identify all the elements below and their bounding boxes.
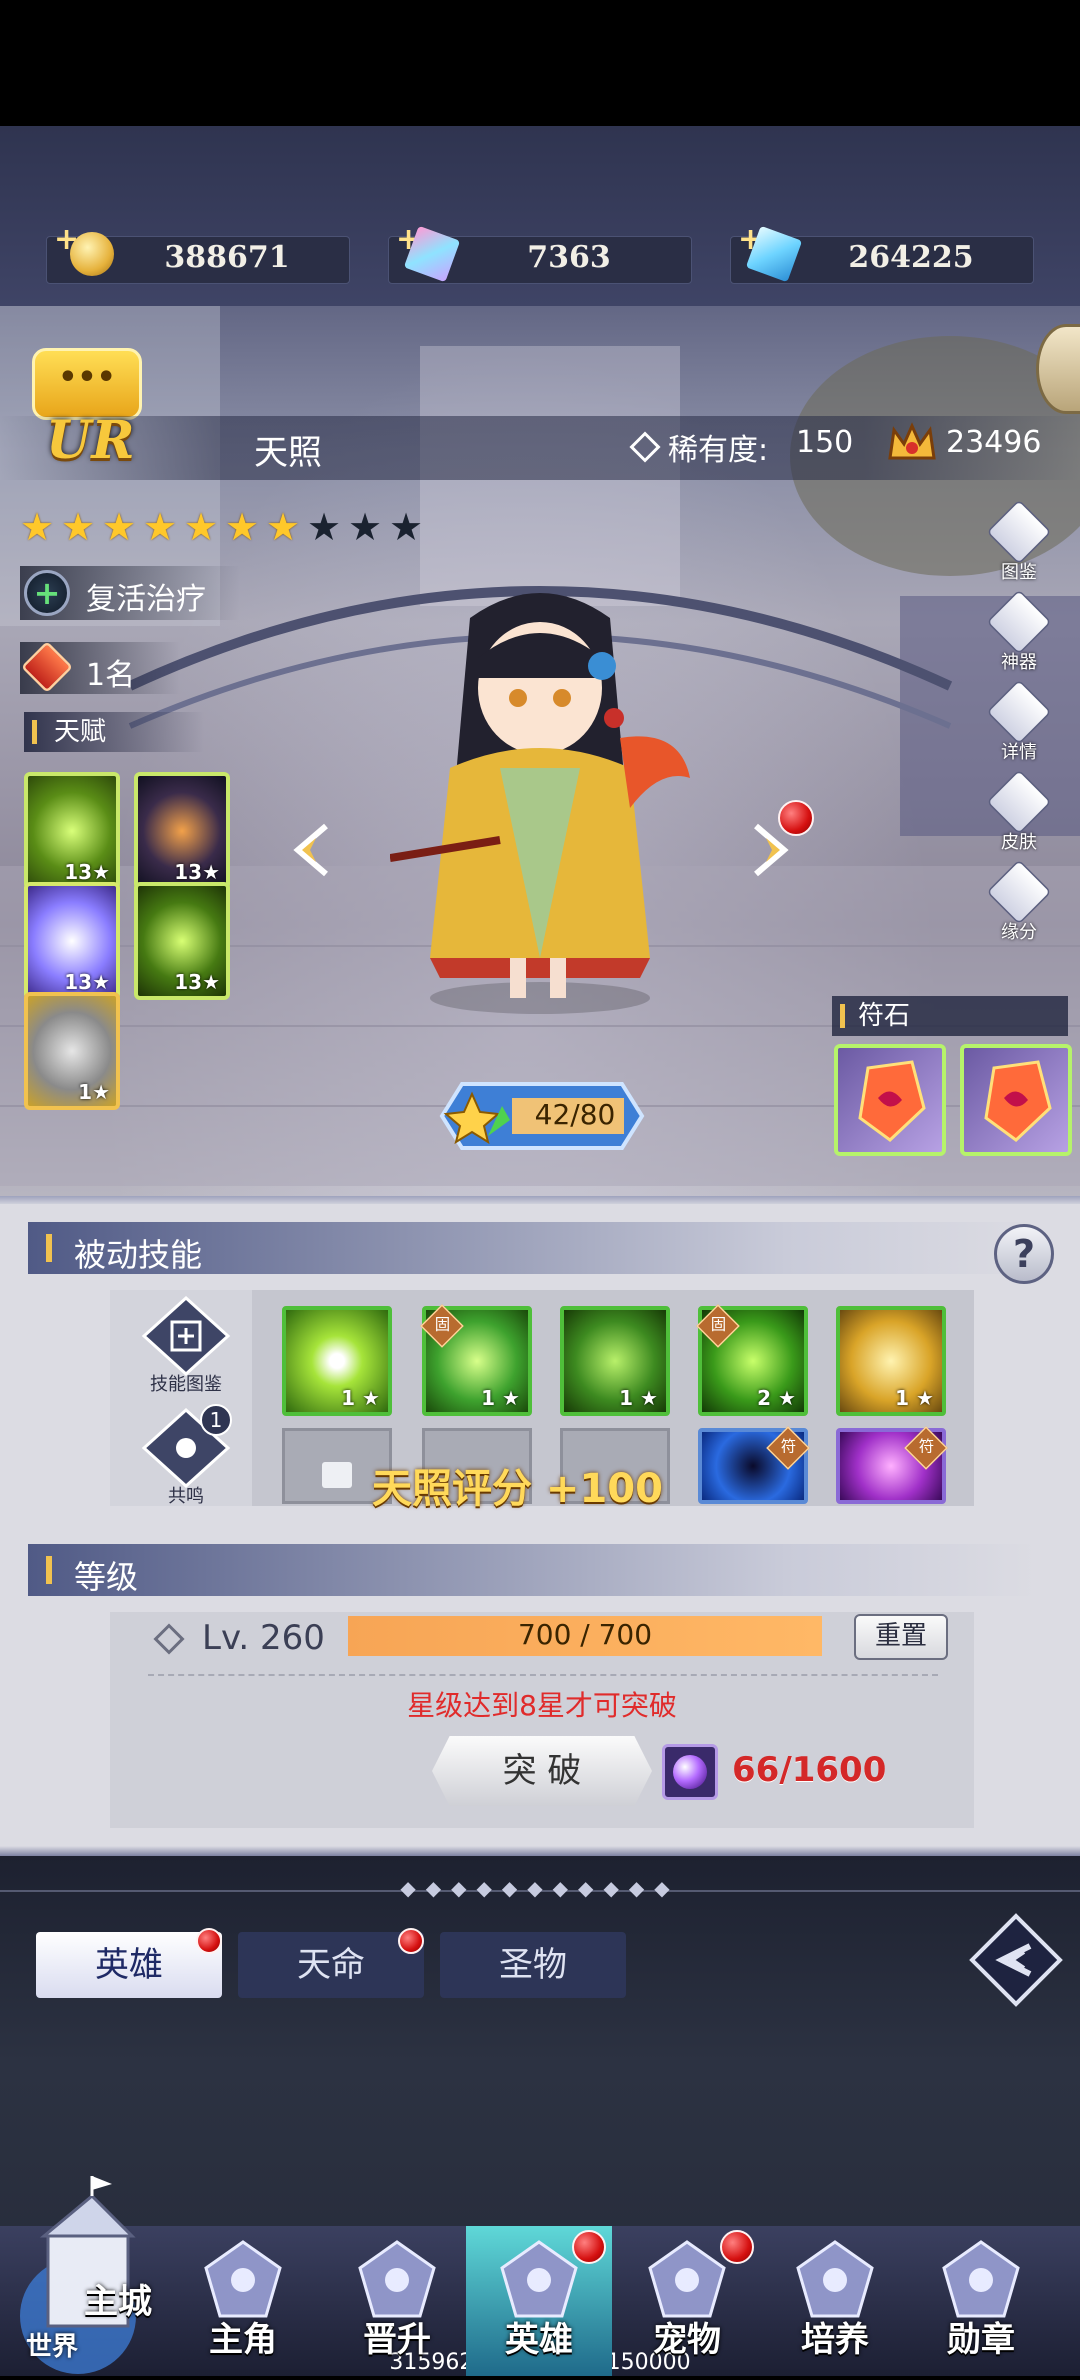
rune-slot-2[interactable] bbox=[960, 1044, 1072, 1156]
talent-slot-5[interactable]: 1★ bbox=[24, 992, 120, 1110]
rune-stone-icon bbox=[984, 1060, 1052, 1142]
catalog-icon bbox=[986, 499, 1052, 565]
help-button[interactable]: ? bbox=[994, 1224, 1054, 1284]
prev-hero-arrow-icon[interactable] bbox=[286, 822, 342, 878]
nav-cultivate[interactable]: 培养 bbox=[762, 2226, 908, 2376]
role-label: 复活治疗 bbox=[86, 582, 206, 617]
nav-label: 宠物 bbox=[653, 2320, 721, 2360]
rune-section-label: 符石 bbox=[832, 996, 1068, 1036]
nav-label: 主角 bbox=[209, 2320, 277, 2360]
resonance-count-badge: 1 bbox=[200, 1404, 232, 1436]
gold-value: 388671 bbox=[164, 240, 290, 275]
skin-icon bbox=[986, 769, 1052, 835]
details-button[interactable]: 详情 bbox=[984, 679, 1054, 770]
resonance-label: 共鸣 bbox=[168, 1486, 204, 1507]
crown-icon bbox=[888, 422, 936, 460]
star-icon: ★ bbox=[265, 505, 301, 549]
rarity-label: 稀有度: bbox=[668, 433, 769, 468]
skill-catalog-label: 技能图鉴 bbox=[150, 1374, 222, 1395]
artifact-icon bbox=[986, 589, 1052, 655]
hero-level-progress: 42/80 bbox=[534, 1098, 616, 1131]
tab-hero-dot bbox=[196, 1928, 222, 1954]
next-hero-notification-dot bbox=[778, 800, 814, 836]
panel-edge-bottom bbox=[0, 1846, 1080, 1856]
material-count: 66/1600 bbox=[732, 1750, 887, 1790]
passive-skill-3[interactable]: 1 ★ bbox=[560, 1306, 670, 1416]
passive-skill-2[interactable]: 固1 ★ bbox=[420, 1304, 532, 1416]
passive-skill-rune-1[interactable]: 符 bbox=[698, 1426, 810, 1504]
level-label: Lv. 260 bbox=[202, 1618, 325, 1658]
talent-section-label: 天赋 bbox=[24, 712, 204, 752]
hero-name: 天照 bbox=[254, 433, 322, 473]
rune-stone-icon bbox=[858, 1060, 926, 1142]
gold-coin-icon bbox=[70, 232, 114, 276]
world-castle-button[interactable]: 主城 世界 bbox=[8, 2176, 168, 2376]
tab-hero[interactable]: 英雄 bbox=[36, 1932, 222, 1998]
passive-skill-rune-2[interactable]: 符 bbox=[836, 1426, 948, 1504]
nav-label: 勋章 bbox=[947, 2320, 1015, 2360]
rune-slot-1[interactable] bbox=[834, 1044, 946, 1156]
star-icon: ★ bbox=[101, 505, 137, 549]
talent-slot-1[interactable]: 13★ bbox=[24, 772, 120, 890]
star-icon: ★ bbox=[306, 505, 342, 549]
nav-label: 晋升 bbox=[363, 2320, 431, 2360]
grade-badge: UR bbox=[46, 410, 135, 471]
passive-skills-header: 被动技能 bbox=[28, 1222, 1038, 1274]
star-icon: ★ bbox=[347, 505, 383, 549]
talent-slot-2[interactable]: 13★ bbox=[134, 772, 230, 890]
talent-slot-3[interactable]: 13★ bbox=[24, 882, 120, 1000]
status-bar bbox=[0, 0, 1080, 126]
talent-slot-4[interactable]: 13★ bbox=[134, 882, 230, 1000]
star-icon: ★ bbox=[388, 505, 424, 549]
passive-skill-1[interactable]: 1 ★ bbox=[282, 1306, 392, 1416]
score-increase-popup: 天照评分 +100 bbox=[372, 1466, 663, 1512]
rarity-value: 150 bbox=[796, 425, 854, 460]
nav-notification-dot bbox=[572, 2230, 606, 2264]
nav-label: 培养 bbox=[801, 2320, 869, 2360]
tab-relic[interactable]: 圣物 bbox=[440, 1932, 626, 1998]
star-icon: ★ bbox=[60, 505, 96, 549]
level-divider bbox=[148, 1674, 938, 1676]
passive-skill-4[interactable]: 固2 ★ bbox=[696, 1304, 808, 1416]
hero-character-sprite[interactable] bbox=[390, 578, 690, 1018]
star-icon: ★ bbox=[183, 505, 219, 549]
tab-destiny-dot bbox=[398, 1928, 424, 1954]
rank-label: 1名 bbox=[86, 658, 136, 693]
nav-protagonist[interactable]: 主角 bbox=[170, 2226, 316, 2376]
ornament-dots: ◆◆◆◆◆◆◆◆◆◆◆ bbox=[400, 1876, 680, 1900]
purple-orb-icon bbox=[662, 1744, 718, 1800]
breakthrough-warning: 星级达到8星才可突破 bbox=[407, 1689, 677, 1722]
reset-button[interactable]: 重置 bbox=[854, 1614, 948, 1660]
catalog-button[interactable]: 图鉴 bbox=[984, 499, 1054, 590]
skin-button[interactable]: 皮肤 bbox=[984, 769, 1054, 860]
castle-label: 主城 bbox=[84, 2282, 152, 2322]
skill-catalog-icon[interactable] bbox=[138, 1296, 234, 1376]
tab-destiny[interactable]: 天命 bbox=[238, 1932, 424, 1998]
nav-promote[interactable]: 晋升 bbox=[324, 2226, 470, 2376]
artifact-button[interactable]: 神器 bbox=[984, 589, 1054, 680]
star-icon: ★ bbox=[142, 505, 178, 549]
star-icon: ★ bbox=[19, 505, 55, 549]
heal-plus-icon: + bbox=[24, 570, 70, 616]
diamond-value: 264225 bbox=[848, 240, 974, 275]
lock-icon bbox=[322, 1462, 352, 1488]
star-icon: ★ bbox=[224, 505, 260, 549]
power-value: 23496 bbox=[946, 425, 1042, 460]
nav-medal[interactable]: 勋章 bbox=[908, 2226, 1054, 2376]
passive-skill-5[interactable]: 1 ★ bbox=[836, 1306, 946, 1416]
switch-view-button[interactable] bbox=[968, 1912, 1064, 2008]
nav-notification-dot bbox=[720, 2230, 754, 2264]
star-rating: ★ ★ ★ ★ ★ ★ ★ ★ ★ ★ bbox=[18, 508, 425, 546]
nav-label: 英雄 bbox=[505, 2320, 573, 2360]
details-icon bbox=[986, 679, 1052, 745]
breakthrough-button[interactable]: 突 破 bbox=[432, 1736, 652, 1806]
exp-value: 700 / 700 bbox=[517, 1618, 653, 1651]
bond-icon bbox=[986, 859, 1052, 925]
bond-button[interactable]: 缘分 bbox=[984, 859, 1054, 950]
level-section-header: 等级 bbox=[28, 1544, 1038, 1596]
prism-value: 7363 bbox=[527, 240, 611, 275]
